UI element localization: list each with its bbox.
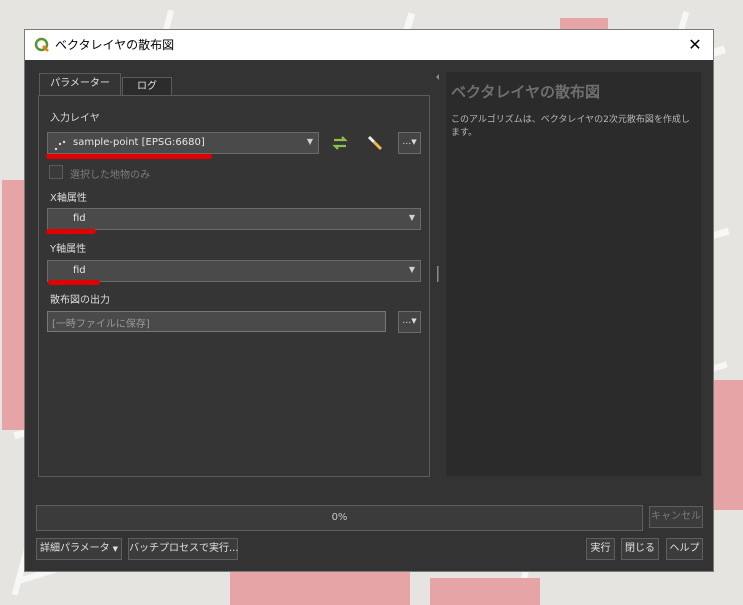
output-label: 散布図の出力	[50, 295, 110, 306]
y-attribute-value: fid	[73, 265, 86, 276]
run-button[interactable]: 実行	[586, 538, 615, 560]
selected-only-label: 選択した地物のみ	[70, 170, 150, 181]
parameters-panel: 入力レイヤ sample-point [EPSG:6680] ▼ …▼ 選択した…	[38, 95, 430, 477]
window-title: ベクタレイヤの散布図	[55, 38, 175, 52]
input-layer-options-button[interactable]: …▼	[398, 132, 421, 154]
y-attribute-label: Y軸属性	[50, 244, 87, 255]
annotation-underline	[46, 229, 96, 234]
title-bar: ベクタレイヤの散布図 ✕	[25, 30, 713, 60]
x-attribute-combo[interactable]: fid ▼	[47, 208, 421, 230]
progress-bar: 0%	[36, 505, 643, 531]
input-layer-label: 入力レイヤ	[50, 113, 100, 124]
dots-label: …	[402, 316, 412, 326]
output-field[interactable]: [一時ファイルに保存]	[47, 311, 386, 332]
chevron-down-icon: ▼	[408, 213, 415, 222]
tab-parameters[interactable]: パラメーター	[39, 73, 121, 96]
y-attribute-combo[interactable]: fid ▼	[47, 260, 421, 282]
selected-only-checkbox[interactable]	[49, 165, 63, 179]
input-layer-combo[interactable]: sample-point [EPSG:6680] ▼	[47, 132, 319, 154]
x-attribute-value: fid	[73, 213, 86, 224]
point-layer-icon	[53, 137, 67, 151]
dots-label: …	[402, 137, 412, 147]
advanced-parameters-label: 詳細パラメータ	[39, 543, 110, 554]
qgis-logo-icon	[34, 37, 50, 53]
x-attribute-label: X軸属性	[50, 193, 87, 204]
close-icon[interactable]: ✕	[685, 35, 705, 55]
iterate-icon[interactable]	[330, 134, 350, 152]
chevron-down-icon: ▼	[306, 137, 313, 146]
annotation-underline	[48, 280, 100, 285]
close-button[interactable]: 閉じる	[621, 538, 659, 560]
output-options-button[interactable]: …▼	[398, 311, 421, 333]
tab-log[interactable]: ログ	[122, 77, 172, 96]
panel-splitter[interactable]	[435, 70, 441, 490]
wrench-icon[interactable]	[365, 134, 385, 152]
annotation-underline	[46, 154, 212, 159]
help-title: ベクタレイヤの散布図	[451, 83, 600, 101]
help-text: このアルゴリズムは、ベクタレイヤの2次元散布図を作成します。	[451, 115, 690, 138]
batch-process-button[interactable]: バッチプロセスで実行...	[128, 538, 239, 560]
chevron-down-icon: ▼	[408, 265, 415, 274]
chevron-down-icon: ▼	[411, 138, 417, 146]
dialog-window: ベクタレイヤの散布図 ✕ パラメーター ログ 入力レイヤ sample-poin…	[24, 29, 714, 572]
chevron-down-icon: ▼	[112, 545, 119, 553]
cancel-button[interactable]: キャンセル	[649, 506, 703, 528]
chevron-down-icon: ▼	[411, 317, 417, 325]
advanced-parameters-button[interactable]: 詳細パラメータ ▼	[36, 538, 122, 560]
help-button[interactable]: ヘルプ	[666, 538, 703, 560]
help-panel: ベクタレイヤの散布図 このアルゴリズムは、ベクタレイヤの2次元散布図を作成します…	[446, 72, 701, 476]
input-layer-value: sample-point [EPSG:6680]	[73, 137, 205, 148]
